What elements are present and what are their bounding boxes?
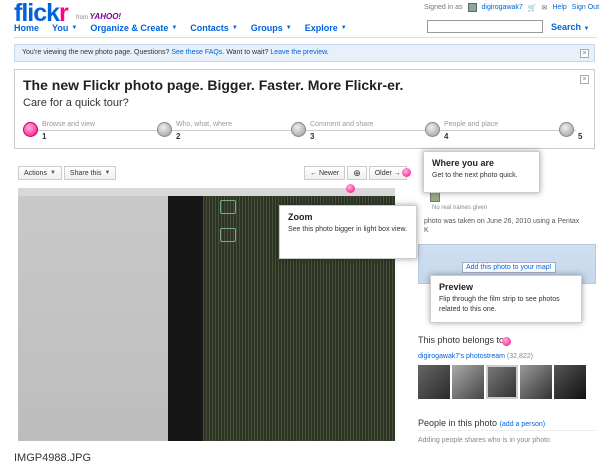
caret-down-icon: ▼ <box>340 25 347 31</box>
caret-down-icon: ▼ <box>231 25 238 31</box>
nav-contacts[interactable]: Contacts ▼ <box>190 23 237 33</box>
sign-out-link[interactable]: Sign Out <box>572 4 599 11</box>
mail-icon[interactable]: ✉ <box>542 4 548 12</box>
photo-title: IMGP4988.JPG <box>14 452 92 464</box>
paperclip-icon <box>220 200 236 214</box>
tour-step-number: 2 <box>176 132 181 141</box>
close-icon[interactable]: × <box>580 75 589 84</box>
tooltip-zoom: Zoom See this photo bigger in light box … <box>279 205 417 259</box>
nav-explore[interactable]: Explore ▼ <box>305 23 347 33</box>
account-bar: Signed in as digirogawak7 🛒 ✉ Help Sign … <box>424 3 599 12</box>
add-person-link[interactable]: (add a person) <box>500 421 546 428</box>
filmstrip-thumb[interactable] <box>520 365 552 399</box>
search-input[interactable] <box>427 20 543 33</box>
photostream-count: (32,822) <box>506 353 533 360</box>
share-this-button[interactable]: Share this ▼ <box>63 166 117 180</box>
tour-step-1-dot[interactable] <box>23 122 38 137</box>
photostream-link[interactable]: digirogawak7's photostream <box>418 353 505 360</box>
search-button[interactable]: Search ▼ <box>551 22 590 32</box>
nav-organize-create[interactable]: Organize & Create ▼ <box>90 23 177 33</box>
real-names-note: No real names given <box>432 205 488 211</box>
nav-you[interactable]: You ▼ <box>52 23 77 33</box>
photo-taken-info-continued: K <box>424 227 429 234</box>
filmstrip-thumb-current[interactable] <box>486 365 518 399</box>
tour-title: The new Flickr photo page. Bigger. Faste… <box>23 77 404 93</box>
photo-taken-info: photo was taken on June 26, 2010 using a… <box>424 218 580 225</box>
preview-notice: You're viewing the new photo page. Quest… <box>14 44 595 62</box>
tour-step-3-dot[interactable] <box>291 122 306 137</box>
photo-actions: Actions ▼ Share this ▼ <box>18 166 117 180</box>
calendar-icon <box>220 228 236 242</box>
flickr-logo[interactable]: flickr <box>14 1 69 26</box>
cart-icon[interactable]: 🛒 <box>528 4 537 12</box>
tour-step-number: 5 <box>578 132 583 141</box>
zoom-icon: ⊕ <box>353 167 361 178</box>
tour-step-label: Browse and view <box>42 121 95 128</box>
signed-in-label: Signed in as <box>424 4 463 11</box>
help-link[interactable]: Help <box>552 4 566 11</box>
newer-button[interactable]: ← Newer <box>304 166 346 180</box>
tour-panel: The new Flickr photo page. Bigger. Faste… <box>14 69 595 149</box>
avatar[interactable] <box>430 192 440 202</box>
zoom-button[interactable]: ⊕ <box>347 166 367 180</box>
header-divider <box>14 37 597 38</box>
close-icon[interactable]: × <box>580 49 589 58</box>
caret-down-icon: ▼ <box>49 170 56 176</box>
tour-hotspot-icon[interactable] <box>502 337 511 346</box>
filmstrip-thumb[interactable] <box>418 365 450 399</box>
tooltip-preview: Preview Flip through the film strip to s… <box>430 275 582 323</box>
photostream-entry: digirogawak7's photostream (32,822) <box>418 353 533 360</box>
caret-down-icon: ▼ <box>71 25 78 31</box>
tour-step-label: Comment and share <box>310 121 374 128</box>
photo-pager: ← Newer ⊕ Older → <box>304 166 407 180</box>
tour-hotspot-icon[interactable] <box>402 168 411 177</box>
belongs-heading: This photo belongs to <box>418 335 505 345</box>
tour-step-4-dot[interactable] <box>425 122 440 137</box>
people-section: People in this photo (add a person) <box>418 418 546 428</box>
username-link[interactable]: digirogawak7 <box>482 4 523 11</box>
tour-hotspot-icon[interactable] <box>346 184 355 193</box>
filmstrip-thumb[interactable] <box>554 365 586 399</box>
filmstrip-thumb[interactable] <box>452 365 484 399</box>
tooltip-where-you-are: Where you are Get to the next photo quic… <box>423 151 540 193</box>
buddy-icon[interactable] <box>467 3 477 12</box>
photo-region <box>18 188 395 196</box>
tour-step-label: People and place <box>444 121 499 128</box>
people-help-text: Adding people shares who is in your phot… <box>418 437 550 444</box>
filmstrip <box>418 365 586 399</box>
photo-region <box>18 188 168 441</box>
nav-groups[interactable]: Groups ▼ <box>251 23 292 33</box>
caret-down-icon: ▼ <box>104 170 111 176</box>
photo-region <box>168 188 203 441</box>
from-yahoo: from YAHOO! <box>76 12 122 21</box>
main-nav: Home You ▼ Organize & Create ▼ Contacts ▼ G… <box>14 23 347 33</box>
tour-step-5-dot[interactable] <box>559 122 574 137</box>
tour-step-label: Who, what, where <box>176 121 233 128</box>
divider <box>418 430 596 431</box>
caret-down-icon: ▼ <box>583 26 590 32</box>
tour-step-number: 1 <box>42 132 47 141</box>
tour-step-number: 4 <box>444 132 449 141</box>
caret-down-icon: ▼ <box>285 25 292 31</box>
nav-home[interactable]: Home <box>14 23 39 33</box>
faq-link[interactable]: See these FAQs. <box>171 49 224 56</box>
tour-step-2-dot[interactable] <box>157 122 172 137</box>
actions-button[interactable]: Actions ▼ <box>18 166 62 180</box>
tour-subtitle: Care for a quick tour? <box>23 97 129 109</box>
caret-down-icon: ▼ <box>171 25 178 31</box>
tour-step-number: 3 <box>310 132 315 141</box>
add-to-map-link[interactable]: Add this photo to your map! <box>462 262 556 273</box>
leave-preview-link[interactable]: Leave the preview. <box>270 49 328 56</box>
